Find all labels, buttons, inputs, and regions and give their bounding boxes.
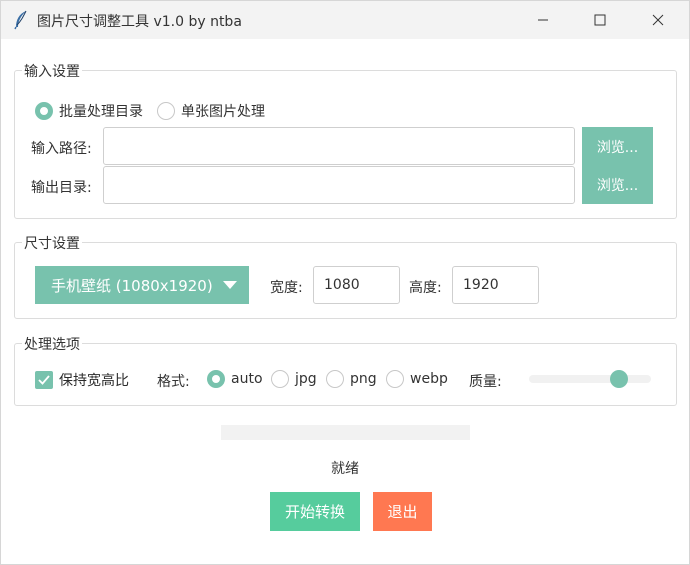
checkmark-icon — [35, 371, 53, 389]
status-text: 就绪 — [331, 461, 359, 477]
radio-indicator — [271, 370, 289, 388]
radio-indicator — [207, 370, 225, 388]
format-png-label: png — [350, 371, 377, 387]
quality-label: 质量: — [469, 374, 502, 390]
minimize-icon — [538, 19, 548, 21]
single-mode-radio[interactable]: 单张图片处理 — [157, 101, 265, 121]
radio-indicator — [326, 370, 344, 388]
quality-slider[interactable] — [529, 370, 651, 388]
batch-mode-label: 批量处理目录 — [59, 104, 143, 120]
size-preset-dropdown[interactable]: 手机壁纸 (1080x1920) — [35, 266, 249, 304]
start-convert-button[interactable]: 开始转换 — [270, 492, 360, 531]
maximize-icon — [594, 14, 606, 26]
quality-slider-handle[interactable] — [610, 370, 629, 388]
radio-indicator — [35, 102, 53, 120]
height-input[interactable] — [452, 266, 539, 304]
width-input[interactable] — [313, 266, 400, 304]
input-path-label: 输入路径: — [31, 141, 92, 157]
height-label: 高度: — [409, 280, 442, 296]
output-dir-field[interactable] — [103, 166, 575, 204]
format-jpg-radio[interactable]: jpg — [271, 370, 317, 388]
format-jpg-label: jpg — [295, 371, 317, 387]
maximize-button[interactable] — [577, 1, 623, 39]
output-browse-button[interactable]: 浏览... — [582, 166, 653, 204]
app-window: 图片尺寸调整工具 v1.0 by ntba 输入设置 批量处理目录 单张图片处理… — [0, 0, 690, 565]
progress-bar — [221, 425, 470, 440]
format-png-radio[interactable]: png — [326, 370, 377, 388]
format-auto-label: auto — [231, 371, 263, 387]
format-label: 格式: — [157, 374, 190, 390]
window-title: 图片尺寸调整工具 v1.0 by ntba — [37, 14, 242, 30]
close-button[interactable] — [635, 1, 681, 39]
width-label: 宽度: — [270, 280, 303, 296]
input-settings-title: 输入设置 — [22, 61, 82, 81]
processing-options-title: 处理选项 — [22, 334, 82, 354]
close-icon — [652, 14, 664, 26]
format-webp-radio[interactable]: webp — [386, 370, 448, 388]
radio-indicator — [157, 102, 175, 120]
keep-ratio-checkbox[interactable]: 保持宽高比 — [35, 370, 129, 390]
chevron-down-icon — [223, 281, 237, 289]
keep-ratio-label: 保持宽高比 — [59, 373, 129, 389]
input-path-field[interactable] — [103, 127, 575, 165]
output-dir-label: 输出目录: — [31, 180, 92, 196]
input-browse-button[interactable]: 浏览... — [582, 127, 653, 166]
radio-indicator — [386, 370, 404, 388]
format-auto-radio[interactable]: auto — [207, 370, 263, 388]
size-preset-value: 手机壁纸 (1080x1920) — [51, 276, 213, 295]
batch-mode-radio[interactable]: 批量处理目录 — [35, 101, 143, 121]
feather-icon — [14, 10, 27, 30]
title-bar[interactable]: 图片尺寸调整工具 v1.0 by ntba — [1, 1, 689, 39]
exit-button[interactable]: 退出 — [373, 492, 432, 531]
format-webp-label: webp — [410, 371, 448, 387]
minimize-button[interactable] — [520, 1, 566, 39]
size-settings-title: 尺寸设置 — [22, 233, 82, 253]
single-mode-label: 单张图片处理 — [181, 104, 265, 120]
